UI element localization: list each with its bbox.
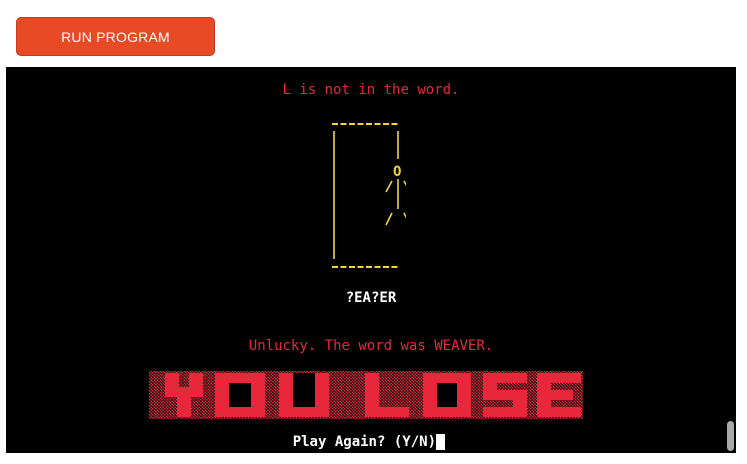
terminal[interactable]: L is not in the word. O ?EA?ER Unlucky. … xyxy=(6,67,736,453)
guess-feedback-message: L is not in the word. xyxy=(282,82,460,98)
hangman-left-arm xyxy=(385,180,393,193)
terminal-scrollbar[interactable] xyxy=(724,67,736,453)
word-progress: ?EA?ER xyxy=(345,290,397,306)
run-program-button[interactable]: RUN PROGRAM xyxy=(16,17,215,56)
result-message: Unlucky. The word was WEAVER. xyxy=(248,338,494,354)
hangman-drawing: O xyxy=(332,123,406,268)
hangman-right-arm xyxy=(403,180,406,187)
hangman-right-leg xyxy=(403,212,406,219)
text-cursor xyxy=(436,434,445,450)
hangman-left-leg xyxy=(385,212,393,226)
page: RUN PROGRAM L is not in the word. O ?EA?… xyxy=(0,0,747,464)
you-lose-banner xyxy=(149,371,583,419)
play-again-prompt: Play Again? (Y/N) xyxy=(292,434,436,450)
hangman-head: O xyxy=(393,164,401,180)
scrollbar-thumb[interactable] xyxy=(727,421,734,451)
